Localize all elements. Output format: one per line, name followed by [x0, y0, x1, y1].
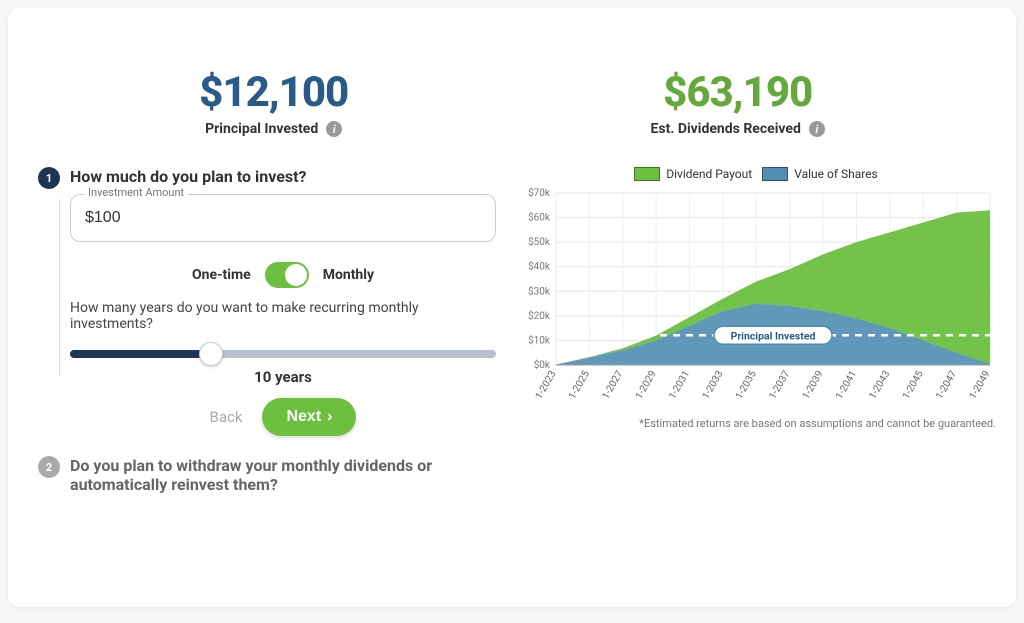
- svg-text:1-2041: 1-2041: [834, 369, 859, 401]
- chart-footnote: *Estimated returns are based on assumpti…: [516, 417, 996, 430]
- chart-legend: Dividend Payout Value of Shares: [516, 167, 996, 181]
- legend-label-payout: Dividend Payout: [666, 167, 752, 181]
- svg-text:1-2033: 1-2033: [701, 369, 726, 401]
- svg-text:1-2031: 1-2031: [667, 369, 692, 401]
- svg-text:$70k: $70k: [528, 187, 551, 199]
- next-button-label: Next: [286, 408, 321, 426]
- svg-text:$10k: $10k: [528, 333, 551, 346]
- investment-amount-label: Investment Amount: [84, 186, 188, 199]
- principal-value: $12,100: [199, 68, 348, 117]
- step-connector: [59, 199, 60, 376]
- legend-item-value: Value of Shares: [762, 167, 878, 181]
- legend-label-value: Value of Shares: [794, 167, 878, 181]
- svg-text:1-2047: 1-2047: [934, 369, 959, 402]
- info-icon[interactable]: i: [809, 121, 825, 137]
- step-1-badge: 1: [38, 167, 60, 189]
- svg-text:$40k: $40k: [528, 260, 551, 273]
- chart-column: Dividend Payout Value of Shares $0k$10k$…: [506, 157, 996, 587]
- summary-row: $12,100 Principal Invested i $63,190 Est…: [8, 8, 1016, 157]
- next-button[interactable]: Next ›: [262, 398, 356, 436]
- legend-swatch-green: [634, 167, 660, 181]
- svg-text:Principal Invested: Principal Invested: [731, 329, 816, 342]
- svg-text:$50k: $50k: [528, 235, 551, 248]
- step-1-title: How much do you plan to invest?: [70, 167, 496, 186]
- slider-fill: [70, 350, 211, 358]
- svg-text:1-2029: 1-2029: [634, 369, 659, 401]
- investment-amount-input[interactable]: [70, 194, 496, 242]
- toggle-label-onetime: One-time: [192, 267, 251, 283]
- dividends-label: Est. Dividends Received: [651, 121, 801, 137]
- chevron-right-icon: ›: [327, 408, 332, 426]
- svg-text:1-2049: 1-2049: [968, 369, 993, 401]
- step-2-title: Do you plan to withdraw your monthly div…: [70, 456, 496, 494]
- svg-text:$20k: $20k: [528, 309, 551, 322]
- investment-amount-field: Investment Amount: [70, 194, 496, 242]
- back-button[interactable]: Back: [210, 408, 243, 426]
- svg-text:1-2037: 1-2037: [767, 369, 792, 402]
- dividends-summary: $63,190 Est. Dividends Received i: [651, 68, 825, 137]
- toggle-label-monthly: Monthly: [323, 267, 374, 283]
- svg-text:1-2025: 1-2025: [567, 369, 592, 402]
- svg-text:1-2039: 1-2039: [801, 369, 826, 401]
- legend-item-payout: Dividend Payout: [634, 167, 752, 181]
- svg-text:1-2023: 1-2023: [534, 369, 559, 401]
- frequency-toggle[interactable]: [265, 262, 309, 288]
- chart-svg: $0k$10k$20k$30k$40k$50k$60k$70kPrincipal…: [516, 187, 996, 407]
- calculator-card: $12,100 Principal Invested i $63,190 Est…: [8, 8, 1016, 607]
- svg-text:1-2035: 1-2035: [734, 369, 759, 402]
- step-1: 1 How much do you plan to invest? Invest…: [38, 167, 496, 436]
- toggle-knob: [285, 264, 307, 286]
- svg-text:$30k: $30k: [528, 284, 551, 297]
- years-slider[interactable]: 10 years: [70, 350, 496, 386]
- recurring-years-question: How many years do you want to make recur…: [70, 300, 496, 332]
- body-row: 1 How much do you plan to invest? Invest…: [8, 157, 1016, 607]
- legend-swatch-blue: [762, 167, 788, 181]
- wizard-column: 1 How much do you plan to invest? Invest…: [28, 157, 506, 587]
- svg-text:1-2045: 1-2045: [901, 369, 926, 402]
- slider-thumb[interactable]: [199, 342, 223, 366]
- slider-value-label: 10 years: [70, 368, 496, 386]
- dividends-value: $63,190: [651, 68, 825, 117]
- slider-track: [70, 350, 496, 358]
- svg-text:1-2027: 1-2027: [600, 369, 625, 402]
- svg-text:$60k: $60k: [528, 211, 551, 224]
- principal-summary: $12,100 Principal Invested i: [199, 68, 348, 137]
- wizard-nav: Back Next ›: [70, 398, 496, 436]
- svg-text:1-2043: 1-2043: [867, 369, 892, 401]
- principal-label: Principal Invested: [205, 121, 318, 137]
- growth-chart: $0k$10k$20k$30k$40k$50k$60k$70kPrincipal…: [516, 187, 996, 411]
- frequency-toggle-row: One-time Monthly: [70, 262, 496, 288]
- step-2-badge: 2: [38, 456, 60, 478]
- step-2: 2 Do you plan to withdraw your monthly d…: [38, 456, 496, 494]
- info-icon[interactable]: i: [326, 121, 342, 137]
